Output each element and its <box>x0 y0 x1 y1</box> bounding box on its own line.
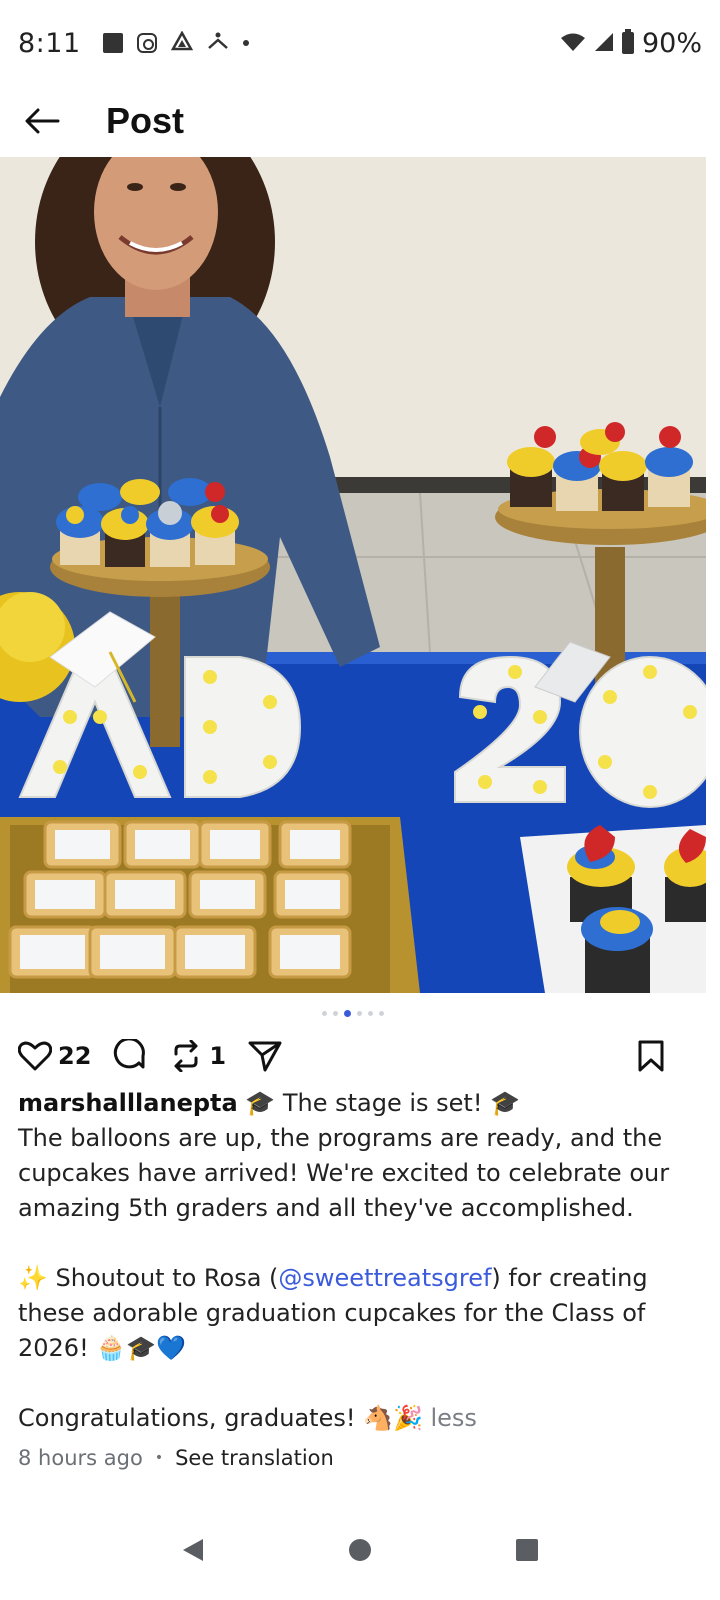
caption-paragraph-2: ✨ Shoutout to Rosa (@sweettreatsgref) fo… <box>18 1261 690 1366</box>
meta-separator: • <box>154 1450 164 1466</box>
bookmark-icon <box>634 1039 668 1073</box>
caption-shoutout-prefix: ✨ Shoutout to Rosa ( <box>18 1264 279 1292</box>
status-notification-icons <box>102 30 249 55</box>
carousel-indicator <box>0 1010 706 1017</box>
signal-icon <box>594 28 614 59</box>
less-button[interactable]: less <box>430 1404 476 1432</box>
caption-congrats: Congratulations, graduates! 🐴🎉 <box>18 1404 431 1432</box>
page-title: Post <box>106 100 185 141</box>
back-triangle-icon <box>183 1539 204 1561</box>
home-circle-icon <box>348 1539 371 1561</box>
comment-icon <box>113 1039 147 1073</box>
recents-square-icon <box>515 1539 538 1561</box>
post-caption: marshalllanepta 🎓 The stage is set! 🎓 Th… <box>18 1086 690 1436</box>
carousel-dot <box>357 1011 362 1016</box>
status-time: 8:11 <box>18 27 81 59</box>
heart-icon <box>18 1039 52 1073</box>
bookmark-button[interactable] <box>634 1039 668 1073</box>
share-icon <box>248 1039 282 1073</box>
app-header: Post <box>0 86 720 156</box>
repost-count: 1 <box>209 1042 227 1070</box>
carousel-dot <box>368 1011 373 1016</box>
see-translation-link[interactable]: See translation <box>175 1446 334 1470</box>
nav-home-button[interactable] <box>340 1530 380 1570</box>
triangle-icon <box>170 30 193 55</box>
post-actions: 22 1 <box>18 1034 690 1078</box>
instagram-icon <box>136 33 157 53</box>
share-button[interactable] <box>248 1039 282 1073</box>
author-username[interactable]: marshalllanepta <box>18 1089 238 1117</box>
system-nav-bar <box>0 1500 720 1600</box>
caption-paragraph-3: Congratulations, graduates! 🐴🎉 less <box>18 1401 690 1436</box>
arrow-left-icon <box>25 108 60 134</box>
hanger-icon <box>207 31 229 55</box>
carousel-dot <box>379 1011 384 1016</box>
status-bar: 8:11 90% <box>0 0 720 86</box>
battery-level: 90% <box>641 27 702 59</box>
repost-button[interactable]: 1 <box>169 1039 226 1073</box>
back-button[interactable] <box>12 91 72 151</box>
carousel-dot <box>344 1010 351 1017</box>
notification-square-icon <box>102 33 123 53</box>
caption-line1: marshalllanepta 🎓 The stage is set! 🎓 <box>18 1086 690 1121</box>
post-image[interactable] <box>0 157 706 993</box>
carousel-dot <box>333 1011 338 1016</box>
caption-headline: 🎓 The stage is set! 🎓 <box>237 1089 520 1117</box>
mention-link[interactable]: @sweettreatsgref <box>278 1264 491 1292</box>
like-count: 22 <box>58 1042 92 1070</box>
caption-paragraph-1: The balloons are up, the programs are re… <box>18 1124 670 1222</box>
like-button[interactable]: 22 <box>18 1039 91 1073</box>
nav-recents-button[interactable] <box>507 1530 547 1570</box>
wifi-icon <box>560 28 586 59</box>
dot-icon <box>242 40 249 46</box>
nav-back-button[interactable] <box>173 1530 213 1570</box>
status-right: 90% <box>560 28 702 59</box>
comment-button[interactable] <box>113 1039 147 1073</box>
battery-icon <box>621 29 634 54</box>
post-meta: 8 hours ago • See translation <box>18 1446 334 1470</box>
carousel-dot <box>322 1011 327 1016</box>
post-time: 8 hours ago <box>18 1446 143 1470</box>
repost-icon <box>169 1039 203 1073</box>
